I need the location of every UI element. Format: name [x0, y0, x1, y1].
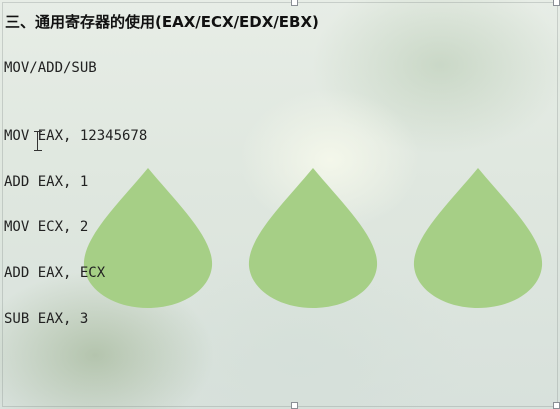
code-line-1[interactable]: MOV/ADD/SUB — [4, 60, 97, 76]
code-line-6[interactable]: SUB EAX, 3 — [4, 311, 88, 327]
slide-canvas: 三、通用寄存器的使用(EAX/ECX/EDX/EBX) MOV/ADD/SUB … — [0, 0, 560, 409]
code-line-5[interactable]: ADD EAX, ECX — [4, 265, 105, 281]
resize-handle-bottom-center[interactable] — [291, 402, 298, 409]
droplet-shape-3 — [413, 168, 543, 308]
code-line-3[interactable]: ADD EAX, 1 — [4, 174, 88, 190]
resize-handle-top-center[interactable] — [291, 0, 298, 6]
resize-handle-bottom-right[interactable] — [553, 402, 560, 409]
resize-handle-top-right[interactable] — [553, 0, 560, 6]
text-cursor-icon — [34, 131, 46, 151]
droplet-shape-2 — [248, 168, 378, 308]
slide-title[interactable]: 三、通用寄存器的使用(EAX/ECX/EDX/EBX) — [5, 11, 319, 32]
code-line-4[interactable]: MOV ECX, 2 — [4, 219, 88, 235]
code-line-2[interactable]: MOV EAX, 12345678 — [4, 128, 147, 144]
droplet-shape-1 — [83, 168, 213, 308]
